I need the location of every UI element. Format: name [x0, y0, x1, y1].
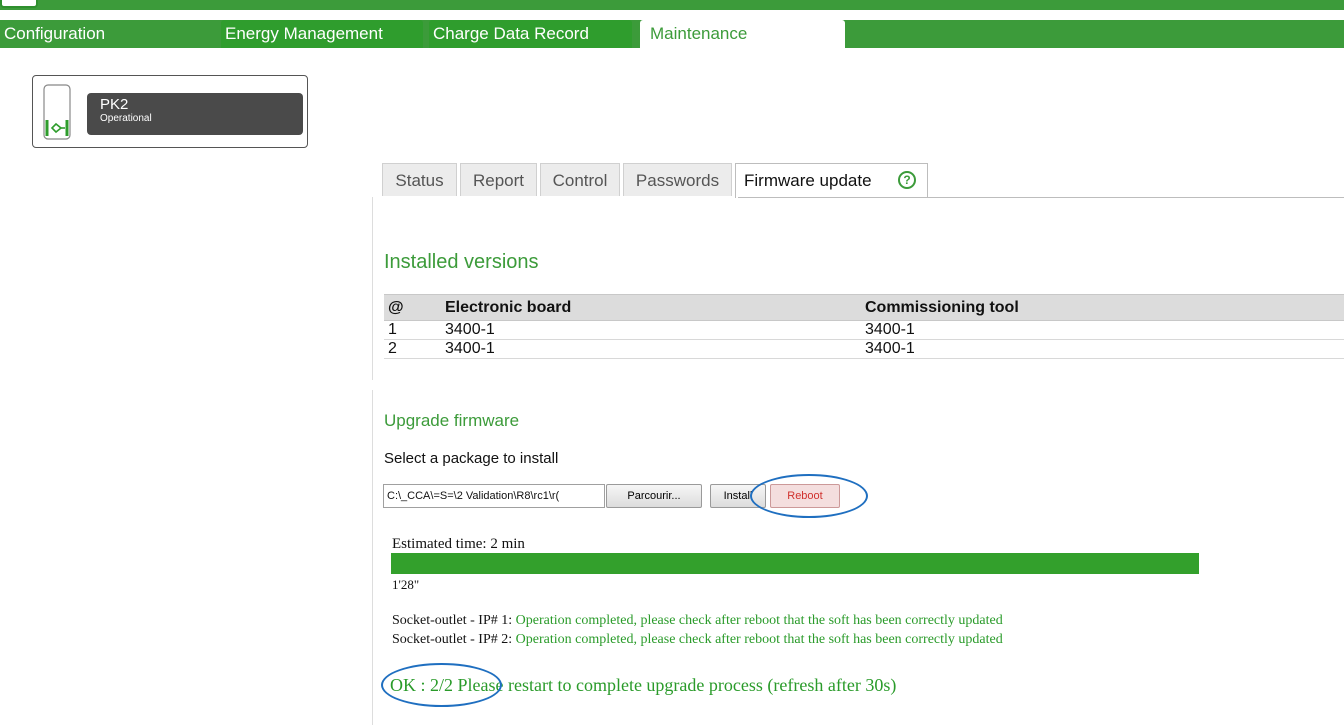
- table-cell: 1: [384, 320, 441, 340]
- help-circle-icon[interactable]: ?: [898, 171, 916, 189]
- charging-station-icon: [43, 84, 71, 140]
- socket-message-text: Operation completed, please check after …: [515, 613, 1003, 628]
- device-card[interactable]: PK2 Operational: [32, 75, 308, 148]
- table-row: 1 3400-1 3400-1: [384, 320, 1344, 340]
- file-path-input[interactable]: C:\_CCA\=S=\2 Validation\R8\rc1\r(: [383, 484, 605, 508]
- estimated-time: Estimated time: 2 min: [392, 536, 525, 552]
- socket-message-prefix: Socket-outlet - IP# 2:: [392, 632, 516, 647]
- logo-tab: [0, 0, 38, 8]
- socket-message-text: Operation completed, please check after …: [515, 632, 1003, 647]
- tab-charge-data-record[interactable]: Charge Data Record: [429, 20, 632, 48]
- upgrade-firmware-title: Upgrade firmware: [384, 411, 520, 430]
- device-name: PK2: [100, 96, 129, 113]
- installed-versions-title: Installed versions: [384, 251, 539, 273]
- column-header: Commissioning tool: [861, 294, 1344, 321]
- socket-message-1: Socket-outlet - IP# 1: Operation complet…: [392, 613, 1003, 629]
- subtab-report[interactable]: Report: [460, 163, 537, 196]
- table-cell: 3400-1: [441, 320, 861, 340]
- subtab-passwords[interactable]: Passwords: [623, 163, 732, 196]
- table-cell: 3400-1: [861, 320, 1344, 340]
- browse-button[interactable]: Parcourir...: [606, 484, 702, 508]
- panel-border: [738, 197, 1344, 198]
- table-cell: 3400-1: [861, 339, 1344, 359]
- top-nav-bar: Configuration Energy Management Charge D…: [0, 0, 1344, 48]
- column-header: Electronic board: [441, 294, 861, 321]
- tab-maintenance[interactable]: Maintenance: [640, 20, 845, 48]
- socket-message-2: Socket-outlet - IP# 2: Operation complet…: [392, 632, 1003, 648]
- device-status: Operational: [100, 113, 152, 124]
- device-status-badge: PK2 Operational: [87, 93, 303, 135]
- table-header-row: @ Electronic board Commissioning tool: [384, 294, 1344, 321]
- installed-versions-table: @ Electronic board Commissioning tool 1 …: [384, 294, 1344, 359]
- table-cell: 3400-1: [441, 339, 861, 359]
- panel-left-border: [372, 197, 373, 380]
- select-package-label: Select a package to install: [384, 450, 559, 467]
- install-button[interactable]: Install: [710, 484, 766, 508]
- tab-energy-management[interactable]: Energy Management: [221, 20, 423, 48]
- top-strip: [0, 0, 1344, 10]
- column-header: @: [384, 294, 441, 321]
- subtab-control[interactable]: Control: [540, 163, 620, 196]
- panel-left-border-lower: [372, 390, 373, 725]
- progress-fill: [391, 553, 1199, 574]
- table-row: 2 3400-1 3400-1: [384, 339, 1344, 359]
- table-cell: 2: [384, 339, 441, 359]
- reboot-button[interactable]: Reboot: [770, 484, 840, 508]
- subtab-status[interactable]: Status: [382, 163, 457, 196]
- tab-configuration[interactable]: Configuration: [0, 20, 215, 48]
- socket-message-prefix: Socket-outlet - IP# 1:: [392, 613, 516, 628]
- elapsed-time: 1'28": [392, 577, 420, 592]
- final-status-message: OK : 2/2 Please restart to complete upgr…: [390, 675, 897, 695]
- progress-bar: [391, 553, 1199, 574]
